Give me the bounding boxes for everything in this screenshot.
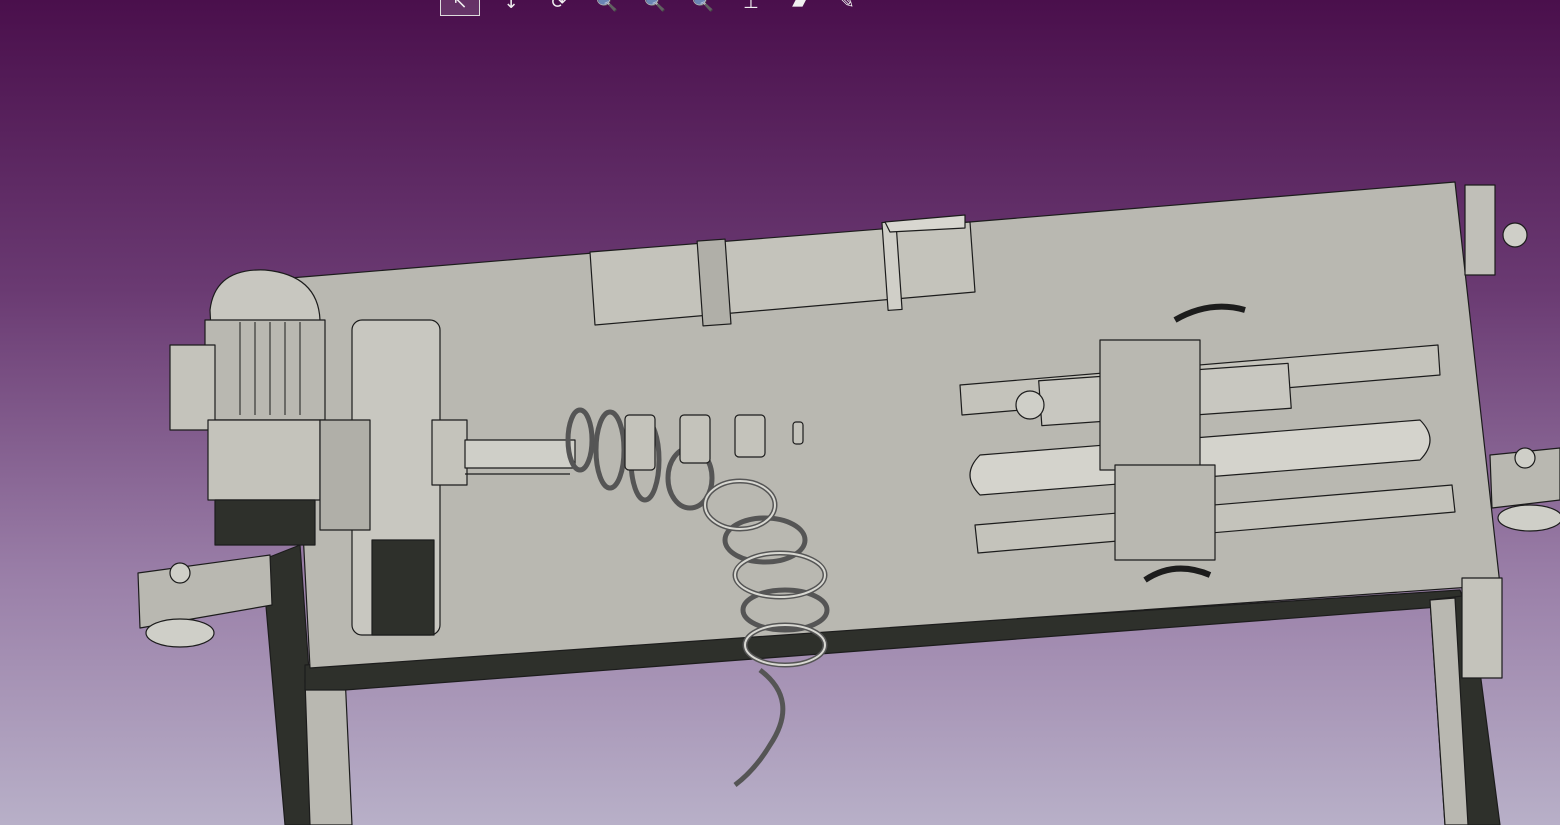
motor-body	[204, 319, 326, 421]
collet-3	[734, 414, 766, 458]
motor-terminal-box	[169, 344, 216, 431]
collet-4	[792, 421, 804, 445]
caster-wheel-right	[1497, 504, 1560, 532]
caster-knob-right	[1514, 447, 1536, 469]
tailstock-block	[1099, 339, 1201, 471]
cylinder-clamp	[696, 238, 732, 327]
carriage-plate	[1114, 464, 1216, 561]
filter-regulator	[1464, 184, 1496, 276]
regulator-knob	[1502, 222, 1528, 248]
belt-guard-side	[371, 539, 435, 636]
spindle-housing	[431, 419, 468, 486]
3d-viewport[interactable]: ↖ ↕ ⟳ 🔍 🔍 🔍 ⊥ ▰ ✎	[0, 0, 1560, 825]
live-center	[1015, 390, 1045, 420]
corner-bracket	[1461, 577, 1503, 679]
motor-mount	[214, 499, 316, 546]
gearbox	[207, 419, 321, 501]
caster-knob-left	[169, 562, 191, 584]
caster-wheel-left	[145, 618, 215, 648]
spindle-shaft	[464, 439, 576, 469]
cad-model-scene[interactable]	[0, 0, 1560, 825]
collet-1	[624, 414, 656, 471]
collet-2	[679, 414, 711, 464]
frame-leg-left-inner	[304, 674, 353, 825]
bearing-block	[319, 419, 371, 531]
caster-arm-left	[137, 554, 273, 629]
